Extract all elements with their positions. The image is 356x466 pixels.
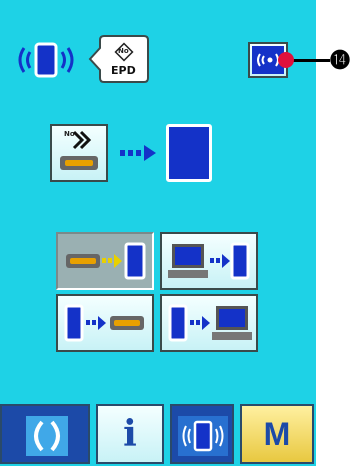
epd-label: EPD — [111, 64, 136, 77]
target-device-icon — [166, 124, 212, 182]
communication-button[interactable] — [170, 404, 234, 464]
button-pc-to-device[interactable] — [160, 232, 258, 290]
mode-label: M — [263, 416, 291, 452]
callout-label: ⓮ — [330, 48, 350, 72]
source-medium-icon: No — [50, 124, 108, 182]
info-icon: i — [123, 413, 137, 455]
button-medium-to-device[interactable] — [56, 232, 154, 290]
info-button[interactable]: i — [96, 404, 164, 464]
communication-icon — [178, 416, 228, 460]
device-wireless-status-icon — [14, 38, 84, 82]
dotted-arrow-right-icon — [118, 144, 158, 162]
button-device-to-medium[interactable] — [56, 294, 154, 352]
ready-icon — [22, 414, 72, 462]
epd-number-mark: No — [118, 47, 129, 55]
button-device-to-pc[interactable] — [160, 294, 258, 352]
ready-button[interactable] — [0, 404, 90, 464]
epd-card: No EPD — [86, 34, 150, 84]
callout-dot — [278, 52, 294, 68]
mode-button[interactable]: M — [240, 404, 314, 464]
